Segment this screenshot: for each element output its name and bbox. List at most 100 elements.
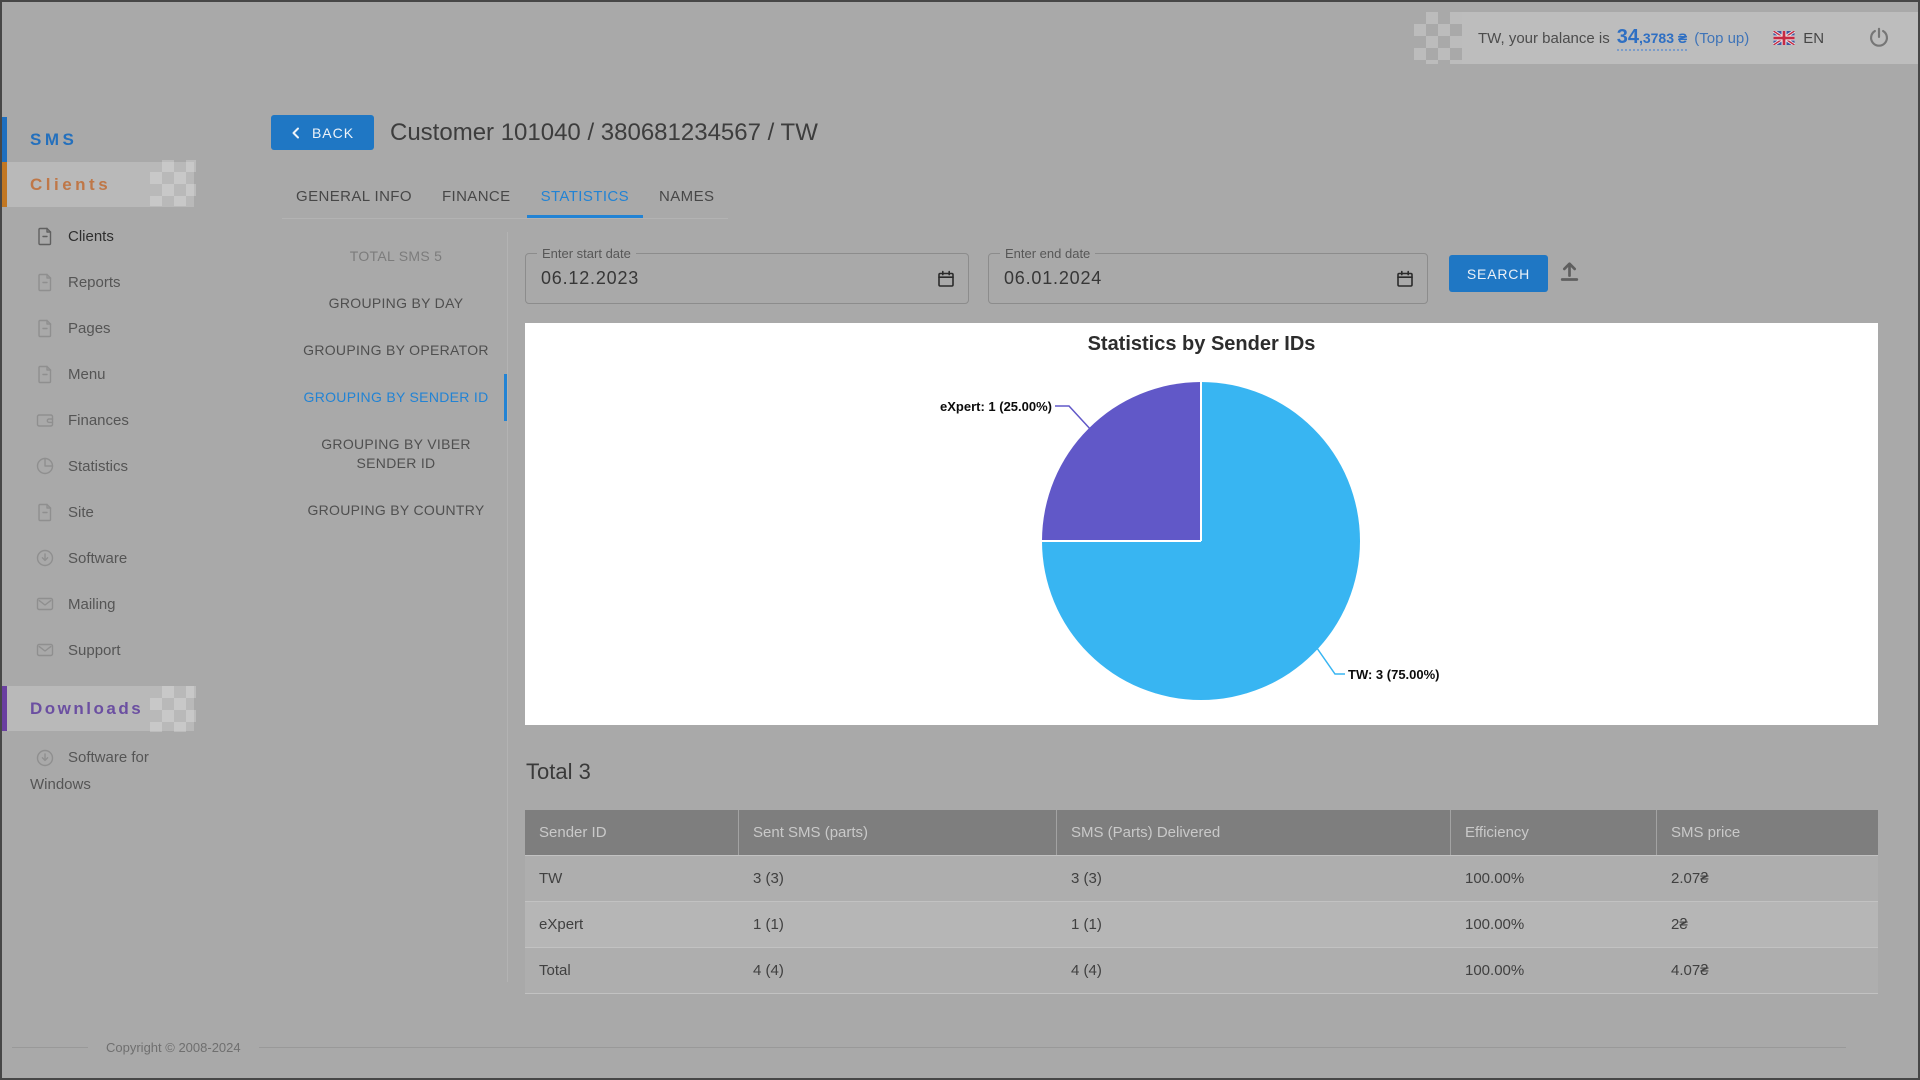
pixel-decoration	[150, 160, 196, 206]
wallet-icon	[35, 410, 55, 430]
pie-slice-separator	[1200, 382, 1202, 541]
cell-sender-id: Total	[525, 948, 739, 993]
submenu-total-sms: TOTAL SMS 5	[285, 233, 507, 280]
sidebar-item-label: Finances	[68, 412, 129, 429]
balance-link[interactable]: 34,3783 ₴	[1617, 26, 1688, 51]
table-row: eXpert 1 (1) 1 (1) 100.00% 2₴	[525, 901, 1878, 947]
pie-label-expert: eXpert: 1 (25.00%)	[940, 399, 1052, 414]
cell-efficiency: 100.00%	[1451, 902, 1657, 947]
back-button[interactable]: BACK	[271, 115, 374, 150]
copyright-text: Copyright © 2008-2024	[106, 1040, 241, 1055]
submenu-grouping-by-day[interactable]: GROUPING BY DAY	[285, 280, 507, 327]
sidebar-item-pages[interactable]: Pages	[2, 305, 237, 351]
callout-line-expert	[1055, 406, 1092, 431]
sidebar-item-clients[interactable]: Clients	[2, 213, 237, 259]
column-header-sent-sms: Sent SMS (parts)	[739, 810, 1057, 855]
end-date-field: Enter end date	[988, 253, 1428, 304]
document-icon	[35, 318, 55, 338]
power-button[interactable]	[1866, 25, 1892, 51]
sidebar-item-label: Support	[68, 642, 121, 659]
sidebar-item-label: Reports	[68, 274, 121, 291]
cell-sent-sms: 4 (4)	[739, 948, 1057, 993]
sidebar-item-finances[interactable]: Finances	[2, 397, 237, 443]
submenu-grouping-by-sender-id[interactable]: GROUPING BY SENDER ID	[285, 374, 507, 421]
sidebar-item-statistics[interactable]: Statistics	[2, 443, 237, 489]
chart-title: Statistics by Sender IDs	[525, 333, 1878, 356]
cell-efficiency: 100.00%	[1451, 856, 1657, 901]
cell-efficiency: 100.00%	[1451, 948, 1657, 993]
start-date-field: Enter start date	[525, 253, 969, 304]
balance-prefix: TW, your balance is	[1478, 30, 1610, 47]
pixel-decoration	[150, 686, 196, 732]
balance-text: TW, your balance is 34,3783 ₴ (Top up)	[1478, 26, 1749, 51]
cell-delivered: 1 (1)	[1057, 902, 1451, 947]
export-button[interactable]	[1556, 257, 1583, 284]
sidebar-item-label: Menu	[68, 366, 106, 383]
sidebar-item-label: Clients	[68, 228, 114, 245]
envelope-icon	[35, 594, 55, 614]
submenu-grouping-by-operator[interactable]: GROUPING BY OPERATOR	[285, 327, 507, 374]
chevron-left-icon	[291, 127, 301, 139]
grouping-submenu: TOTAL SMS 5 GROUPING BY DAY GROUPING BY …	[285, 233, 507, 534]
document-icon	[35, 502, 55, 522]
sidebar-item-site[interactable]: Site	[2, 489, 237, 535]
pie-chart-icon	[35, 456, 55, 476]
footer: Copyright © 2008-2024	[12, 1040, 1846, 1055]
sidebar-item-support[interactable]: Support	[2, 627, 237, 673]
tab-names[interactable]: NAMES	[645, 176, 728, 218]
language-selector[interactable]: EN	[1773, 30, 1824, 47]
back-button-label: BACK	[312, 125, 354, 141]
cell-sms-price: 2.07₴	[1657, 856, 1878, 901]
sidebar-section-label: Downloads	[30, 699, 143, 719]
end-date-input[interactable]	[989, 254, 1427, 303]
sidebar-item-software-for-windows[interactable]: Software for Windows	[30, 744, 205, 798]
envelope-icon	[35, 640, 55, 660]
column-header-efficiency: Efficiency	[1451, 810, 1657, 855]
cell-sent-sms: 1 (1)	[739, 902, 1057, 947]
uk-flag-icon	[1773, 31, 1795, 45]
cell-sms-price: 4.07₴	[1657, 948, 1878, 993]
calendar-icon[interactable]	[1395, 269, 1415, 289]
total-heading: Total 3	[526, 759, 591, 785]
top-up-link[interactable]: (Top up)	[1694, 30, 1749, 47]
cell-sender-id: TW	[525, 856, 739, 901]
sidebar-item-reports[interactable]: Reports	[2, 259, 237, 305]
tab-statistics[interactable]: STATISTICS	[527, 176, 643, 218]
pixel-decoration	[1414, 12, 1462, 64]
sidebar-item-mailing[interactable]: Mailing	[2, 581, 237, 627]
download-icon	[35, 748, 55, 768]
cell-sms-price: 2₴	[1657, 902, 1878, 947]
submenu-divider	[507, 232, 508, 982]
pie-label-tw: TW: 3 (75.00%)	[1348, 667, 1440, 682]
calendar-icon[interactable]	[936, 269, 956, 289]
start-date-input[interactable]	[526, 254, 968, 303]
sidebar-section-label: SMS	[30, 130, 77, 150]
sidebar-item-label: Software	[68, 550, 127, 567]
upload-icon	[1556, 257, 1583, 284]
power-icon	[1866, 25, 1892, 51]
download-icon	[35, 548, 55, 568]
chart-panel: Statistics by Sender IDs eXpert: 1 (25.0…	[525, 323, 1878, 725]
table-header-row: Sender ID Sent SMS (parts) SMS (Parts) D…	[525, 810, 1878, 855]
table-row: TW 3 (3) 3 (3) 100.00% 2.07₴	[525, 855, 1878, 901]
sidebar-menu: Clients Reports Pages Menu Finances Stat…	[2, 213, 237, 673]
statistics-table: Sender ID Sent SMS (parts) SMS (Parts) D…	[525, 810, 1878, 994]
sidebar-item-label: Mailing	[68, 596, 116, 613]
cell-sender-id: eXpert	[525, 902, 739, 947]
sidebar-item-software[interactable]: Software	[2, 535, 237, 581]
sidebar-section-sms[interactable]: SMS	[2, 117, 232, 162]
app-window: TW, your balance is 34,3783 ₴ (Top up) E…	[0, 0, 1920, 1080]
document-icon	[35, 272, 55, 292]
search-button[interactable]: SEARCH	[1449, 255, 1548, 292]
submenu-grouping-by-country[interactable]: GROUPING BY COUNTRY	[285, 487, 507, 534]
sidebar-item-menu[interactable]: Menu	[2, 351, 237, 397]
sidebar-item-label: Statistics	[68, 458, 128, 475]
tab-general-info[interactable]: GENERAL INFO	[282, 176, 426, 218]
submenu-grouping-by-viber-sender-id[interactable]: GROUPING BY VIBER SENDER ID	[285, 421, 507, 487]
column-header-sms-price: SMS price	[1657, 810, 1878, 855]
language-label: EN	[1803, 30, 1824, 47]
tab-finance[interactable]: FINANCE	[428, 176, 525, 218]
cell-delivered: 3 (3)	[1057, 856, 1451, 901]
balance-whole: 34	[1617, 26, 1639, 48]
cell-sent-sms: 3 (3)	[739, 856, 1057, 901]
